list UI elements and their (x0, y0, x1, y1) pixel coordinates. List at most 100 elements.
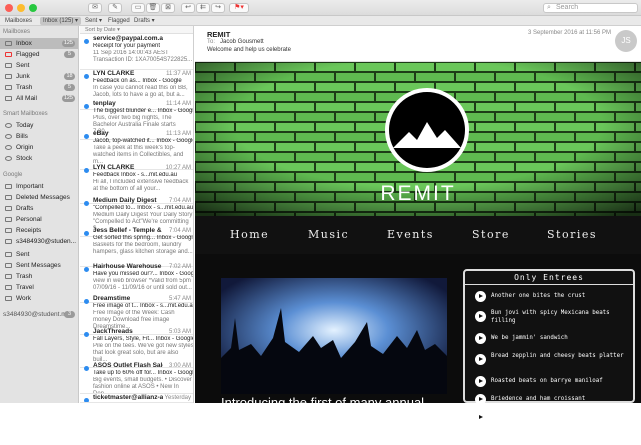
nav-events[interactable]: Events (387, 228, 434, 241)
sort-by-menu[interactable]: Sort by Date ▾ (80, 26, 193, 34)
entry-item[interactable]: Black eye peas and chorizo (475, 410, 625, 432)
flag-icon (5, 52, 12, 57)
message-recipient[interactable]: Jacob Gousmett (220, 39, 264, 45)
message-sender: JackThreads (93, 328, 133, 335)
message-subject: Receipt for your payment (93, 43, 161, 49)
sidebar-item-origin[interactable]: Origin (0, 142, 78, 153)
sidebar-item-inbox[interactable]: Inbox 125 (0, 38, 78, 49)
favorites-bar: Mailboxes Inbox (125) ▾ Sent ▾ Flagged D… (0, 16, 641, 26)
unread-dot (84, 332, 89, 337)
sidebar-item-label: Drafts (16, 205, 34, 212)
forward-icon: ↪ (215, 4, 221, 11)
entry-item[interactable]: Bun jovi with spicy Mexicana beats filli… (475, 309, 625, 331)
flag-button[interactable]: ⚑▾ (229, 3, 249, 13)
entry-title: Bread zepplin and cheesy beats platter (491, 353, 624, 359)
reply-all-icon: ⇇ (200, 4, 206, 11)
account-label: s3484930@student.mi... (3, 311, 74, 318)
message-sender: Medium Daily Digest (93, 197, 157, 204)
reply-all-button[interactable]: ⇇ (196, 3, 210, 13)
message-subject: Welcome and help us celebrate (207, 47, 291, 53)
message-time: 7:04 AM (168, 228, 191, 234)
zoom-window-button[interactable] (29, 4, 37, 12)
sidebar-item-drafts[interactable]: Drafts (0, 203, 78, 214)
list-item[interactable]: ASOS Outlet Flash Sale 3:00 AM Take up to … (80, 362, 193, 394)
inbox-favorite[interactable]: Inbox (125) ▾ (40, 17, 82, 25)
flagged-favorite[interactable]: Flagged (105, 17, 133, 25)
sidebar-item-stock[interactable]: Stock (0, 153, 78, 164)
delete-button[interactable]: 🗑 (146, 3, 160, 13)
play-icon (475, 354, 486, 365)
message-subject: Free image of t... Inbox - s...mit.edu.a… (93, 303, 194, 309)
drafts-favorite[interactable]: Drafts ▾ (131, 17, 158, 25)
to-label: To: (207, 39, 216, 45)
flag-icon: ⚑▾ (234, 4, 244, 11)
sidebar-item-google-sent[interactable]: Sent (0, 249, 78, 260)
sidebar-item-receipts[interactable]: Receipts (0, 225, 78, 236)
nav-home[interactable]: Home (230, 228, 269, 241)
nav-stories[interactable]: Stories (547, 228, 597, 241)
message-sender: ASOS Outlet Flash Sale (93, 362, 163, 369)
entries-title: Only Entrees (465, 271, 633, 285)
sidebar-item-important[interactable]: Important (0, 181, 78, 192)
list-item[interactable]: Jess Bellef - Temple & Webster 7:04 AMGet… (80, 227, 193, 267)
sidebar-item-personal[interactable]: Personal (0, 214, 78, 225)
folder-icon (5, 195, 12, 200)
concert-photo[interactable] (221, 278, 447, 394)
unread-dot (84, 299, 89, 304)
sidebar-item-work[interactable]: Work (0, 293, 78, 304)
minimize-window-button[interactable] (17, 4, 25, 12)
nav-store[interactable]: Store (472, 228, 510, 241)
sidebar-account[interactable]: s3484930@student.mi... 3 (0, 309, 78, 320)
list-item[interactable]: ticketmaster@allianz-as...Yesterday (80, 394, 193, 403)
reply-button[interactable]: ↩ (181, 3, 195, 13)
message-snippet: Big events, small budgets. • Discover fa… (93, 377, 192, 394)
sidebar-item-all-mail[interactable]: All Mail 125 (0, 93, 78, 104)
sidebar-item-label: Inbox (16, 40, 32, 47)
sidebar-item-travel[interactable]: Travel (0, 282, 78, 293)
search-placeholder: Search (556, 4, 579, 11)
entry-item[interactable]: Bread zepplin and cheesy beats platter (475, 352, 625, 374)
archive-button[interactable]: ▭ (131, 3, 145, 13)
sidebar-item-sent-messages[interactable]: Sent Messages (0, 260, 78, 271)
entry-item[interactable]: Another one bites the crust (475, 289, 625, 311)
junk-button[interactable]: ⊠ (161, 3, 175, 13)
sidebar-item-trash[interactable]: Trash 5 (0, 82, 78, 93)
message-snippet: Baskets for the bedroom, laundry hampers… (93, 242, 193, 255)
compose-icon: ✎ (112, 4, 118, 11)
message-snippet: Take a peek at this week's top-watched i… (93, 145, 184, 165)
message-sender: LYN CLARKE (93, 164, 135, 171)
sidebar-item-deleted-messages[interactable]: Deleted Messages (0, 192, 78, 203)
get-mail-button[interactable]: ✉ (88, 3, 102, 13)
sidebar-item-label: Today (16, 122, 34, 129)
sidebar-item-sent[interactable]: Sent (0, 60, 78, 71)
folder-icon (5, 228, 12, 233)
sidebar-item-junk[interactable]: Junk 18 (0, 71, 78, 82)
sidebar-item-flagged[interactable]: Flagged 5 (0, 49, 78, 60)
sidebar-item-label: Important (16, 183, 44, 190)
junk-icon: ⊠ (165, 4, 171, 11)
forward-button[interactable]: ↪ (211, 3, 225, 13)
sidebar-item-label: Origin (16, 144, 34, 151)
nav-music[interactable]: Music (308, 228, 349, 241)
junk-icon (5, 74, 12, 79)
brand-name: REMIT (380, 182, 456, 205)
message-subject: Have you missed our?... Inbox - Google (93, 271, 194, 277)
gear-icon (5, 134, 12, 139)
entry-item[interactable]: We be jammin' sandwich (475, 331, 625, 353)
sidebar-item-today[interactable]: Today (0, 120, 78, 131)
compose-button[interactable]: ✎ (108, 3, 122, 13)
message-date: 3 September 2016 at 11:56 PM (528, 30, 611, 36)
sent-favorite[interactable]: Sent ▾ (82, 17, 105, 25)
search-input[interactable]: ⌕ Search (543, 3, 638, 13)
message-list: Sort by Date ▾ service@paypal.com.au Rece… (80, 26, 194, 403)
newsletter-content: Introducing the first of many annual sho… (195, 254, 641, 444)
play-icon (475, 394, 486, 405)
reply-icon: ↩ (185, 4, 191, 11)
close-window-button[interactable] (5, 4, 13, 12)
sidebar-item-bills[interactable]: Bills (0, 131, 78, 142)
mailboxes-toggle[interactable]: Mailboxes (2, 17, 35, 25)
message-subject: Fall Layers, Style, Fit... Inbox - Googl… (93, 336, 194, 342)
sidebar-item-student-folder[interactable]: s3484930@studen... (0, 236, 78, 247)
list-item[interactable]: service@paypal.com.au Receipt for your pa… (80, 35, 193, 70)
sidebar-item-google-trash[interactable]: Trash (0, 271, 78, 282)
